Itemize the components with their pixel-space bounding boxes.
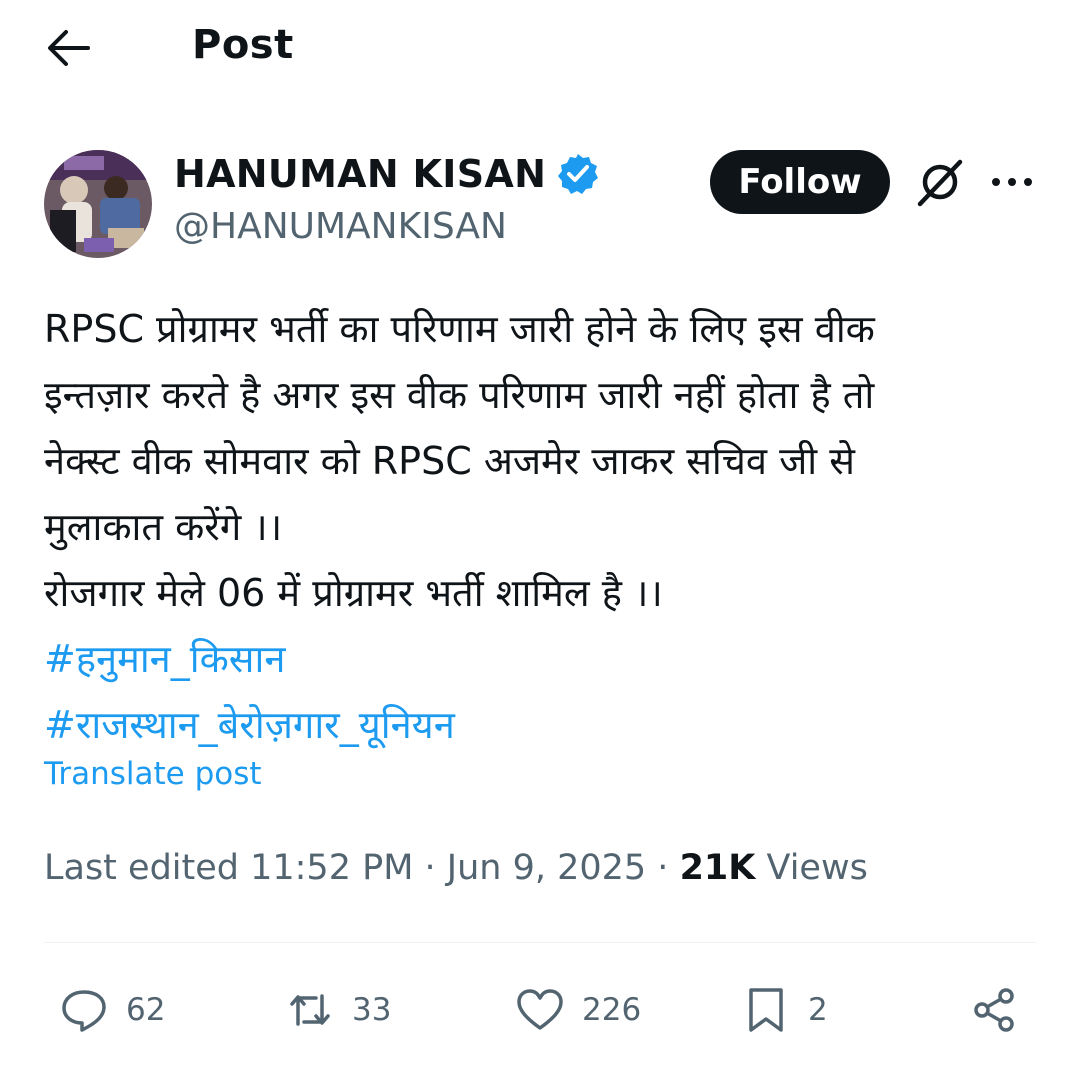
post-line: इन्तज़ार करते है अगर इस वीक परिणाम जारी …	[44, 373, 875, 417]
bookmark-icon	[749, 988, 783, 1032]
author-handle[interactable]: @HANUMANKISAN	[174, 206, 507, 247]
avatar[interactable]	[44, 150, 152, 258]
post-line: मुलाकात करेंगे ।।	[44, 505, 283, 549]
verified-badge-icon	[558, 154, 599, 194]
reply-count: 62	[126, 992, 166, 1028]
grok-button[interactable]	[914, 156, 966, 208]
post-line: RPSC प्रोग्रामर भर्ती का परिणाम जारी होन…	[44, 307, 875, 351]
back-button[interactable]	[44, 26, 92, 70]
repost-count: 33	[352, 992, 392, 1028]
edited-timestamp[interactable]: Last edited 11:52 PM · Jun 9, 2025 ·	[44, 848, 680, 888]
reply-icon	[62, 990, 106, 1032]
page-title: Post	[192, 22, 294, 68]
author-name[interactable]: HANUMAN KISAN	[174, 152, 546, 196]
views-label: Views	[755, 848, 868, 888]
arrow-left-icon	[48, 30, 90, 66]
hashtag-link[interactable]: #राजस्थान_बेरोज़गार_यूनियन	[44, 692, 1044, 758]
share-button[interactable]	[968, 982, 1020, 1038]
heart-icon	[517, 989, 563, 1030]
more-icon	[992, 178, 1032, 186]
post-meta: Last edited 11:52 PM · Jun 9, 2025 · 21K…	[44, 848, 868, 888]
follow-button[interactable]: Follow	[710, 150, 890, 214]
more-button[interactable]	[988, 162, 1036, 202]
share-icon	[974, 988, 1014, 1032]
bookmark-button[interactable]: 2	[740, 982, 828, 1038]
grok-icon	[917, 159, 963, 207]
post-line: रोजगार मेले 06 में प्रोग्रामर भर्ती शामि…	[44, 571, 663, 615]
bookmark-count: 2	[808, 992, 828, 1028]
repost-button[interactable]: 33	[284, 982, 391, 1038]
author-name-row: HANUMAN KISAN	[174, 152, 600, 196]
repost-icon	[290, 994, 330, 1026]
views-count[interactable]: 21K	[680, 848, 756, 888]
hashtag-link[interactable]: #हनुमान_किसान	[44, 626, 1044, 692]
like-button[interactable]: 226	[514, 982, 641, 1038]
like-count: 226	[582, 992, 642, 1028]
translate-post-link[interactable]: Translate post	[44, 756, 262, 792]
reply-button[interactable]: 62	[58, 982, 165, 1038]
divider	[44, 942, 1036, 943]
post-line: नेक्स्ट वीक सोमवार को RPSC अजमेर जाकर सच…	[44, 439, 855, 483]
post-text: RPSC प्रोग्रामर भर्ती का परिणाम जारी होन…	[44, 296, 1044, 758]
